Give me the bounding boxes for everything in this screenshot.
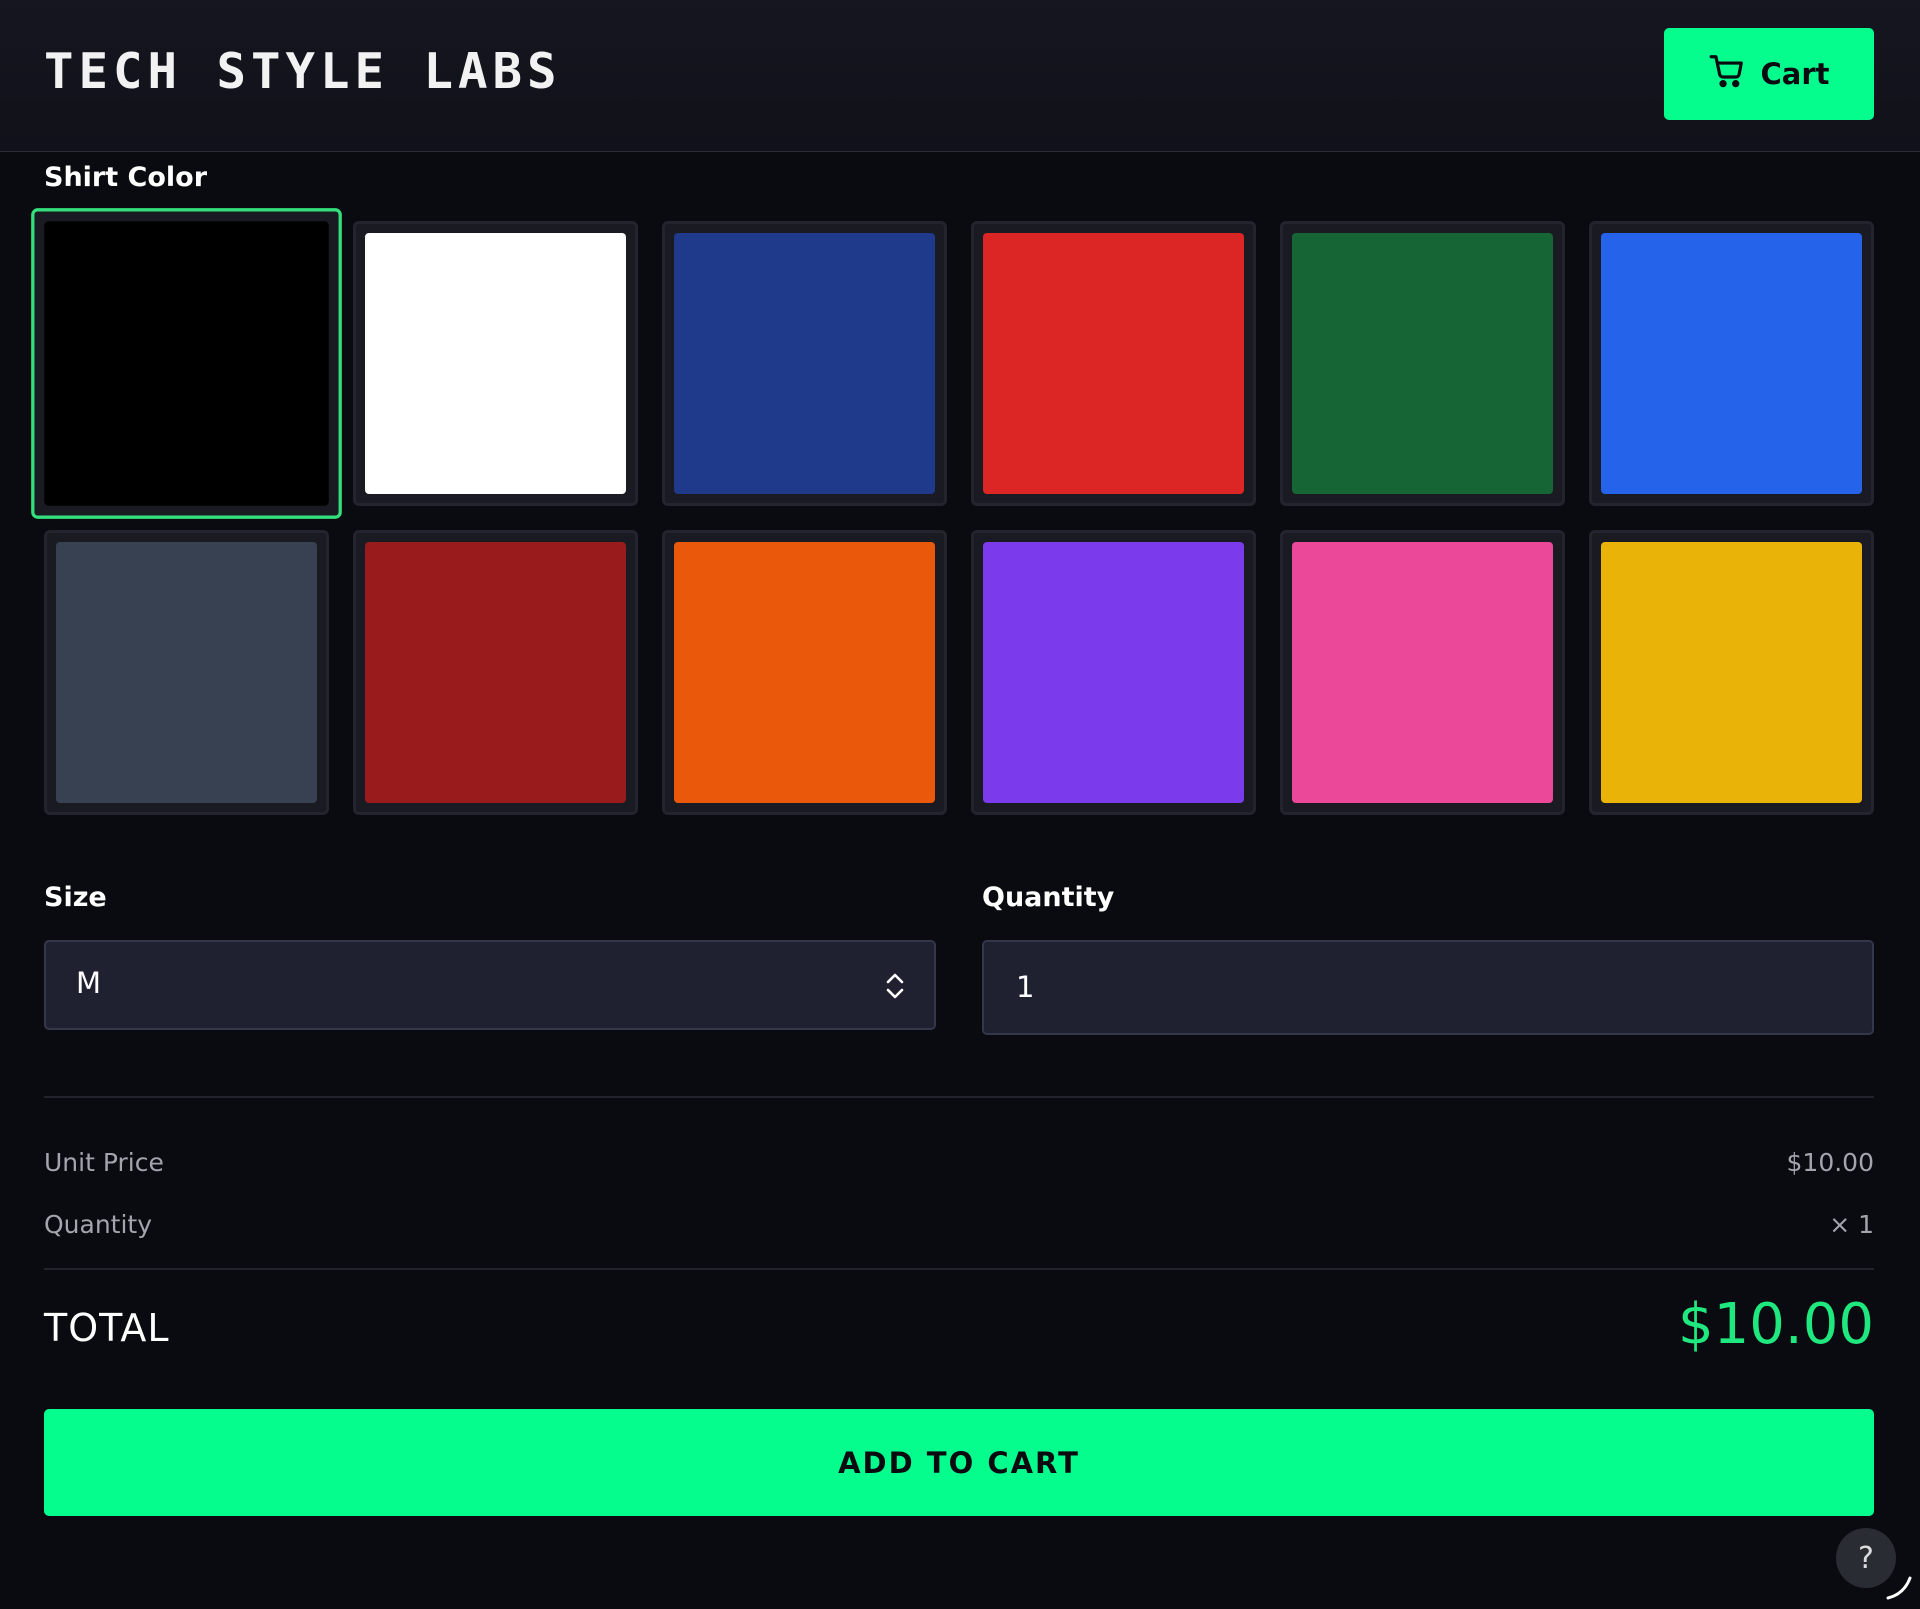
color-swatch[interactable] [31, 208, 342, 519]
color-swatch-fill [674, 542, 935, 803]
cart-icon [1708, 52, 1746, 97]
color-swatch[interactable] [1280, 530, 1565, 815]
color-swatch[interactable] [971, 221, 1256, 506]
color-swatch-fill [1292, 542, 1553, 803]
color-swatch[interactable] [1280, 221, 1565, 506]
color-swatch[interactable] [353, 221, 638, 506]
total-value: $10.00 [1678, 1292, 1874, 1357]
resize-handle-icon[interactable] [1884, 1572, 1914, 1602]
quantity-input[interactable]: 1 [982, 940, 1874, 1035]
color-swatch-fill [983, 233, 1244, 494]
color-swatch-grid [31, 208, 1874, 815]
color-swatch[interactable] [662, 530, 947, 815]
color-swatch-fill [365, 233, 626, 494]
brand-title: TECH STYLE LABS [44, 43, 562, 100]
summary-quantity-label: Quantity [44, 1210, 153, 1239]
page-header: TECH STYLE LABS Cart [0, 0, 1920, 152]
add-to-cart-button[interactable]: ADD TO CART [44, 1409, 1874, 1516]
quantity-input-value: 1 [1016, 970, 1035, 1004]
color-swatch-fill [674, 233, 935, 494]
size-select[interactable]: M [44, 940, 936, 1030]
color-swatch-fill [56, 542, 317, 803]
color-swatch[interactable] [1589, 221, 1874, 506]
size-label: Size [44, 882, 107, 913]
total-label: TOTAL [44, 1306, 170, 1350]
color-swatch[interactable] [44, 530, 329, 815]
color-swatch-fill [983, 542, 1244, 803]
color-swatch[interactable] [353, 530, 638, 815]
summary-divider-bottom [44, 1268, 1874, 1270]
color-swatch-fill [1601, 542, 1862, 803]
summary-divider-top [44, 1096, 1874, 1098]
color-swatch-fill [365, 542, 626, 803]
color-swatch-fill [44, 221, 329, 506]
unit-price-label: Unit Price [44, 1148, 164, 1177]
color-swatch[interactable] [1589, 530, 1874, 815]
color-swatch-fill [1292, 233, 1553, 494]
unit-price-value: $10.00 [1786, 1148, 1874, 1177]
cart-button[interactable]: Cart [1664, 28, 1874, 120]
color-swatch[interactable] [662, 221, 947, 506]
help-icon: ? [1858, 1540, 1874, 1576]
shirt-color-label: Shirt Color [44, 162, 208, 193]
color-swatch[interactable] [971, 530, 1256, 815]
quantity-label: Quantity [982, 882, 1115, 913]
summary-quantity-value: × 1 [1829, 1210, 1874, 1239]
select-arrows-icon [884, 970, 906, 1002]
cart-label: Cart [1760, 57, 1830, 91]
color-swatch-fill [1601, 233, 1862, 494]
size-select-value: M [76, 966, 102, 1000]
